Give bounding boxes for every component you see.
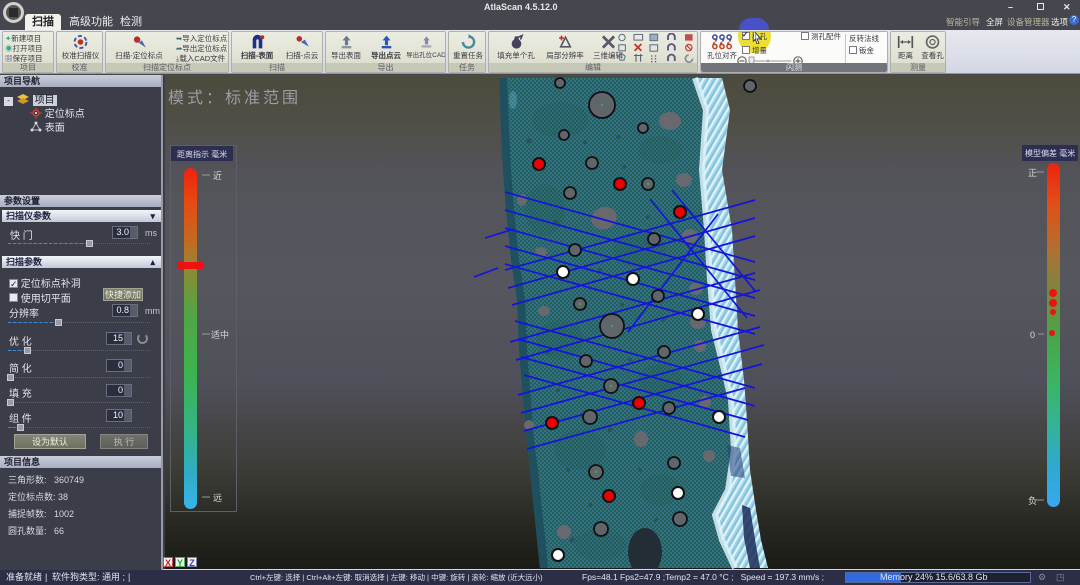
svg-text:适中: 适中 bbox=[211, 329, 229, 340]
svg-text:近: 近 bbox=[213, 170, 222, 181]
svg-text:负: 负 bbox=[1028, 495, 1037, 506]
svg-text:远: 远 bbox=[213, 493, 222, 503]
svg-text:模型偏差 毫米: 模型偏差 毫米 bbox=[1025, 148, 1075, 158]
svg-text:正: 正 bbox=[1028, 168, 1037, 178]
svg-text:距离指示 毫米: 距离指示 毫米 bbox=[177, 149, 227, 159]
svg-text:0: 0 bbox=[1030, 330, 1035, 340]
